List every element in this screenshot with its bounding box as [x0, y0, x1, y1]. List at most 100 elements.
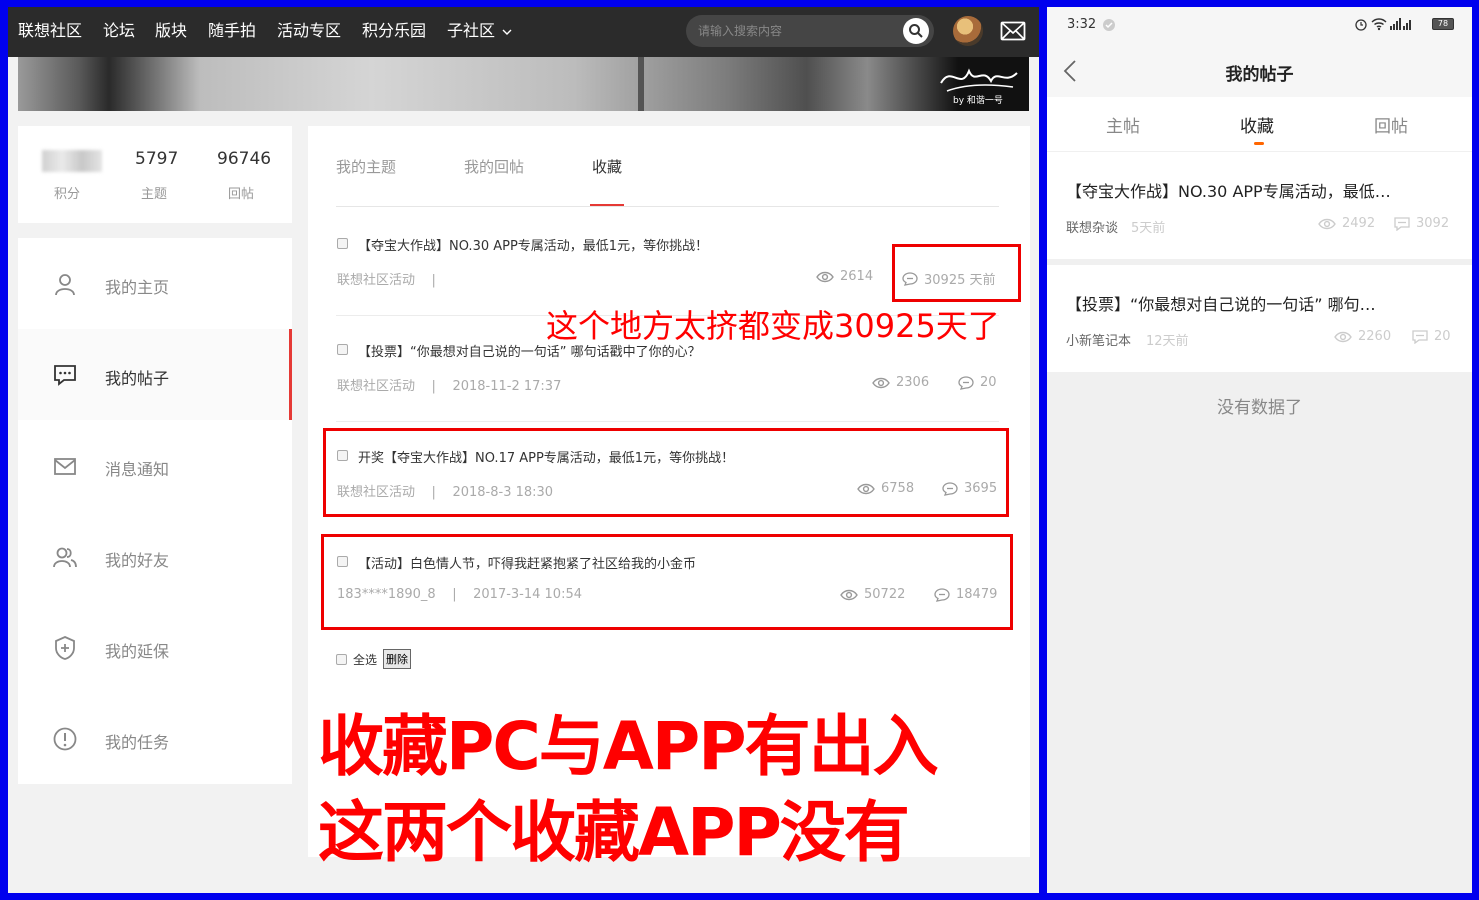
annotation-box-missing-1: [323, 428, 1009, 517]
comment-icon: [958, 375, 974, 390]
search-button[interactable]: [903, 18, 929, 44]
row-checkbox[interactable]: [337, 238, 348, 249]
sidebar-item-my-posts[interactable]: 我的帖子: [18, 329, 292, 420]
alert-icon: [53, 727, 77, 751]
envelope-icon[interactable]: [1000, 20, 1026, 42]
eye-icon: [1334, 331, 1352, 342]
blurred-points-value: [42, 150, 102, 172]
top-navbar: 联想社区 论坛 版块 随手拍 活动专区 积分乐园 子社区: [8, 7, 1039, 57]
nav-item-lenovo-community[interactable]: 联想社区: [18, 21, 82, 41]
replies-count: 3092: [1416, 216, 1450, 231]
eye-icon: [1318, 218, 1336, 229]
stat-label-replies: 回帖: [228, 187, 255, 202]
chevron-down-icon: [502, 29, 512, 35]
app-item-title: 【夺宝大作战】NO.30 APP专属活动，最低…: [1066, 182, 1391, 201]
delete-button[interactable]: 删除: [383, 649, 412, 669]
tab-favorites[interactable]: 收藏: [592, 156, 622, 177]
check-circle-icon: [1103, 19, 1115, 31]
annotation-box-cramped: [892, 244, 1021, 302]
annotation-missing-text: 这两个收藏APP没有: [318, 794, 910, 871]
sidebar-item-label: 我的延保: [105, 642, 170, 661]
post-meta: 联想社区活动 |: [337, 273, 453, 288]
sidebar-item-label: 我的帖子: [105, 369, 170, 388]
search-box: [686, 15, 934, 47]
sidebar-item-extended-warranty[interactable]: 我的延保: [18, 602, 292, 693]
select-all-bar: 全选 删除: [336, 649, 412, 669]
select-all-label: 全选: [353, 652, 378, 667]
shield-plus-icon: [55, 636, 75, 660]
post-source[interactable]: 联想社区活动: [337, 273, 415, 288]
sidebar-item-friends[interactable]: 我的好友: [18, 511, 292, 602]
annotation-cramped-text: 这个地方太挤都变成30925天了: [546, 307, 1000, 345]
stat-label-topics: 主题: [141, 187, 168, 202]
nav-item-sub-community[interactable]: 子社区: [447, 21, 512, 41]
user-stats-card: 积分 5797 主题 96746 回帖: [18, 126, 292, 223]
mail-icon: [54, 458, 76, 475]
views-count: 2306: [896, 375, 930, 390]
stat-value-replies[interactable]: 96746: [217, 149, 271, 169]
signature-logo: by 和谐一号: [940, 68, 1018, 106]
app-tab-replies[interactable]: 回帖: [1374, 112, 1408, 137]
pc-panel: 联想社区 论坛 版块 随手拍 活动专区 积分乐园 子社区 by 和谐一号 积分 …: [8, 7, 1039, 893]
nav-item-board[interactable]: 版块: [155, 21, 187, 41]
friends-icon: [53, 547, 77, 568]
post-source[interactable]: 联想社区活动: [337, 379, 415, 394]
status-bar: 3:32 78: [1047, 7, 1472, 45]
app-item-time: 5天前: [1131, 221, 1166, 236]
app-item-source: 小新笔记本: [1066, 334, 1132, 349]
eye-icon: [872, 377, 890, 388]
nav-item-snapshots[interactable]: 随手拍: [208, 21, 256, 41]
sidebar-item-label: 消息通知: [105, 460, 170, 479]
app-tab-bar: 主帖 收藏 回帖: [1047, 97, 1472, 151]
sidebar-item-homepage[interactable]: 我的主页: [18, 238, 292, 329]
app-list-item[interactable]: 【投票】“你最想对自己说的一句话” 哪句… 小新笔记本 12天前 2260 20: [1047, 265, 1472, 372]
sidebar-item-notifications[interactable]: 消息通知: [18, 420, 292, 511]
replies-count: 20: [1434, 329, 1451, 344]
app-item-replies: 20: [1412, 329, 1451, 344]
stat-label-points: 积分: [54, 187, 81, 202]
app-item-replies: 3092: [1394, 216, 1449, 231]
user-icon: [55, 274, 75, 296]
sidebar-item-tasks[interactable]: 我的任务: [18, 693, 292, 784]
status-time: 3:32: [1067, 17, 1097, 32]
app-item-views: 2492: [1318, 216, 1375, 231]
nav-item-forum[interactable]: 论坛: [103, 21, 135, 41]
post-title[interactable]: 【夺宝大作战】NO.30 APP专属活动，最低1元，等你挑战！: [358, 235, 708, 254]
chat-icon: [54, 365, 76, 386]
views-count: 2492: [1342, 216, 1376, 231]
sidebar-item-label: 我的任务: [105, 733, 170, 752]
app-page-title: 我的帖子: [1225, 65, 1294, 85]
app-tab-main-posts[interactable]: 主帖: [1106, 112, 1140, 137]
tab-my-replies[interactable]: 我的回帖: [464, 156, 524, 177]
app-active-tab-indicator: [1254, 142, 1264, 145]
signature-text: by 和谐一号: [953, 95, 1003, 106]
avatar[interactable]: [953, 16, 983, 46]
tab-my-topics[interactable]: 我的主题: [336, 156, 396, 177]
nav-item-sub-community-label: 子社区: [447, 21, 496, 40]
comment-icon: [1394, 216, 1410, 231]
annotation-box-missing-2: [321, 534, 1013, 630]
eye-icon: [816, 271, 834, 282]
app-tab-favorites[interactable]: 收藏: [1240, 112, 1274, 137]
select-all-checkbox[interactable]: [336, 653, 347, 665]
alarm-icon: [1355, 19, 1367, 31]
no-more-data-text: 没有数据了: [1217, 398, 1302, 418]
nav-item-events[interactable]: 活动专区: [277, 21, 341, 41]
post-time: 2018-11-2 17:37: [452, 379, 562, 394]
stat-value-topics[interactable]: 5797: [135, 149, 178, 169]
nav-item-points-park[interactable]: 积分乐园: [362, 21, 426, 41]
row-checkbox[interactable]: [337, 344, 348, 355]
app-item-time: 12天前: [1146, 334, 1189, 349]
app-header: 我的帖子: [1047, 45, 1472, 97]
post-views: 2614: [816, 269, 873, 284]
sidebar-menu: 我的主页 我的帖子 消息通知 我的好友 我的延保 我的任务: [18, 238, 292, 784]
app-item-title: 【投票】“你最想对自己说的一句话” 哪句…: [1066, 295, 1376, 314]
search-input[interactable]: [698, 15, 898, 47]
post-views: 2306: [872, 375, 929, 390]
annotation-mismatch-text: 收藏PC与APP有出入: [318, 708, 939, 785]
battery-level: 78: [1437, 19, 1449, 28]
app-list-item[interactable]: 【夺宝大作战】NO.30 APP专属活动，最低… 联想杂谈 5天前 2492 3…: [1047, 152, 1472, 259]
views-count: 2260: [1358, 329, 1392, 344]
profile-banner: by 和谐一号: [18, 57, 1029, 111]
app-panel: 3:32 78 我的帖子 主帖 收藏 回帖 【夺宝大作战】NO.30 APP专属…: [1047, 7, 1472, 893]
